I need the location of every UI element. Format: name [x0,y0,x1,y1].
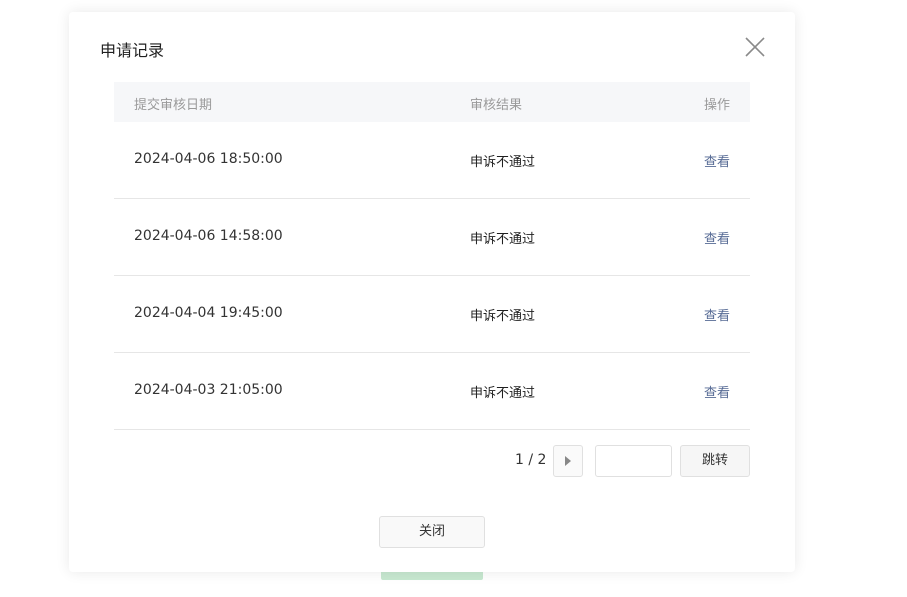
application-records-dialog: 申请记录 提交审核日期 审核结果 操作 2024-04-06 18:50:00 … [69,12,795,572]
view-link[interactable]: 查看 [704,151,730,170]
review-result: 申诉不通过 [470,386,536,401]
submit-date: 2024-04-04 19:45:00 [134,305,283,321]
review-result: 申诉不通过 [470,309,536,324]
submit-date: 2024-04-06 14:58:00 [134,228,283,244]
table-row: 2024-04-03 21:05:00 申诉不通过 查看 [114,353,750,430]
page-jump-input[interactable] [595,445,672,477]
header-date: 提交审核日期 [134,98,213,113]
table-header: 提交审核日期 审核结果 操作 [114,82,750,122]
pagination: 1 / 2 跳转 [69,445,750,477]
dialog-title: 申请记录 [100,41,165,60]
view-link[interactable]: 查看 [704,382,730,401]
submit-date: 2024-04-03 21:05:00 [134,382,283,398]
close-icon[interactable] [743,35,767,59]
next-page-button[interactable] [553,445,583,477]
view-link[interactable]: 查看 [704,305,730,324]
header-action: 操作 [703,98,730,113]
review-result: 申诉不通过 [470,232,536,247]
close-button[interactable]: 关闭 [379,516,485,548]
table-row: 2024-04-06 14:58:00 申诉不通过 查看 [114,199,750,276]
header-result: 审核结果 [470,98,523,113]
triangle-right-icon [565,456,571,466]
table-row: 2024-04-06 18:50:00 申诉不通过 查看 [114,122,750,199]
view-link[interactable]: 查看 [704,228,730,247]
jump-button[interactable]: 跳转 [680,445,750,477]
records-table: 提交审核日期 审核结果 操作 2024-04-06 18:50:00 申诉不通过… [114,82,750,430]
review-result: 申诉不通过 [470,155,536,170]
table-row: 2024-04-04 19:45:00 申诉不通过 查看 [114,276,750,353]
submit-date: 2024-04-06 18:50:00 [134,151,283,167]
page-indicator: 1 / 2 [515,452,547,468]
